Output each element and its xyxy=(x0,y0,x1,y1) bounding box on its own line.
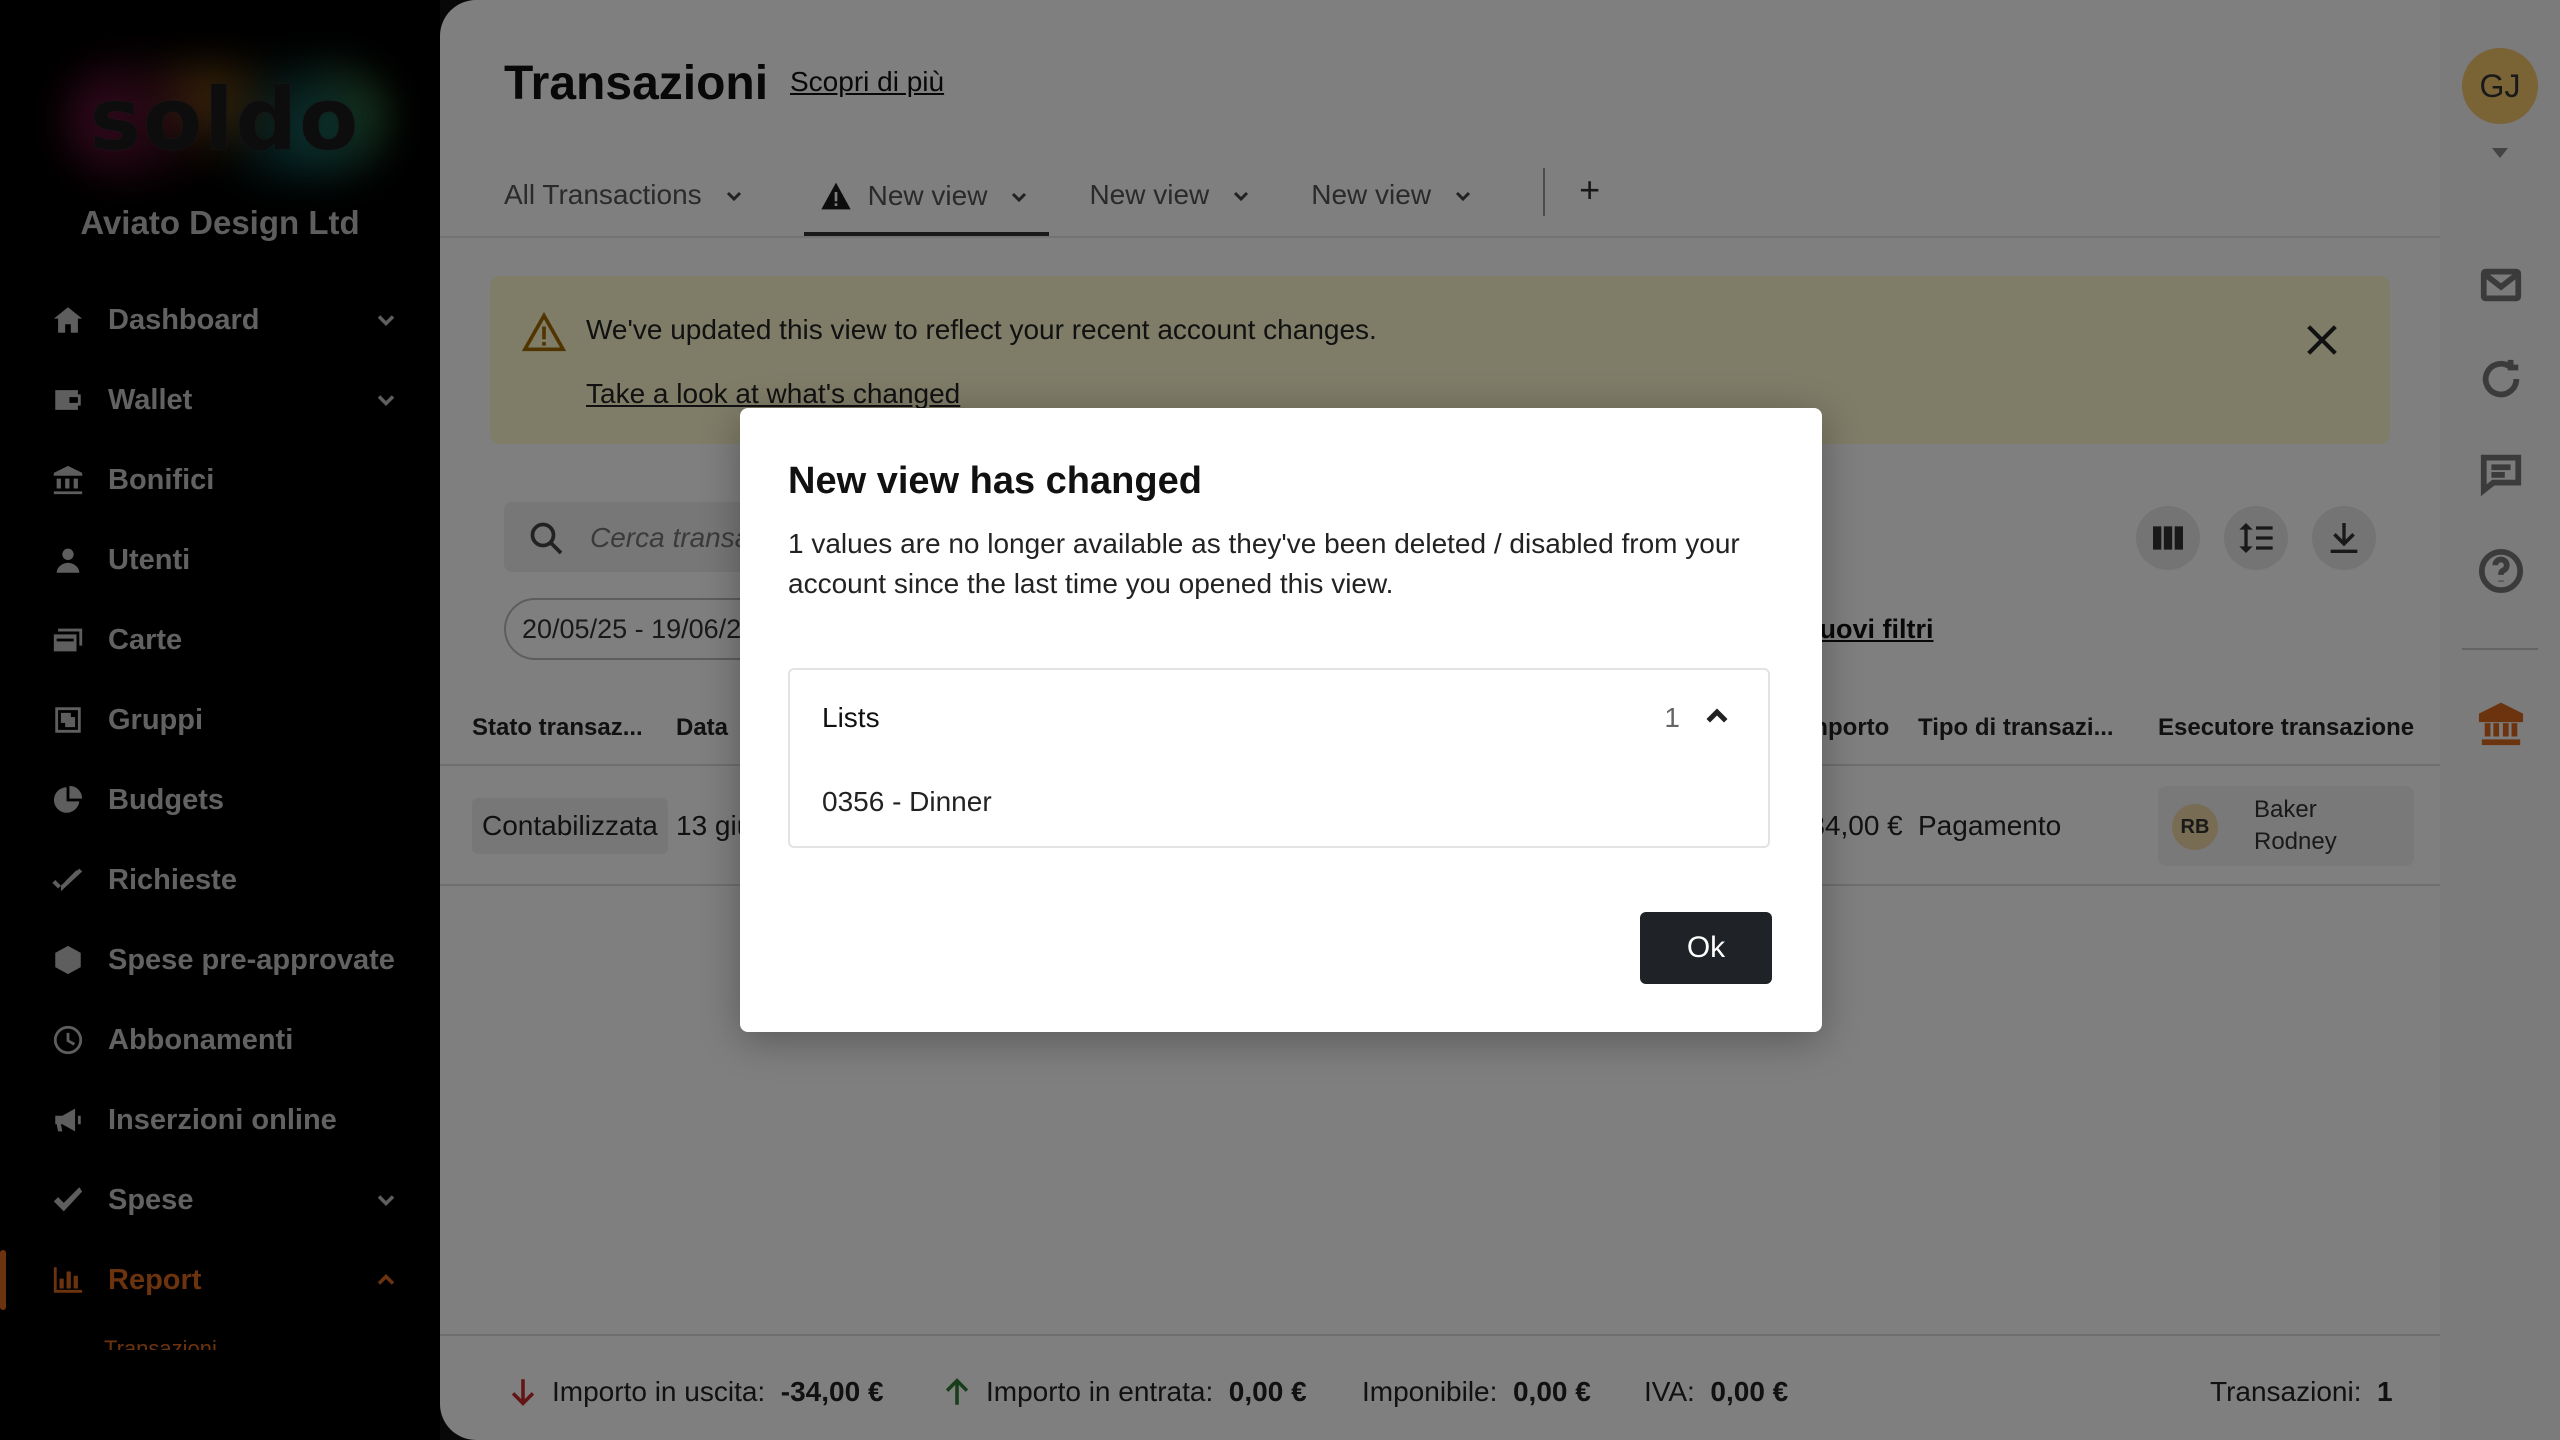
section-count: 1 xyxy=(1664,702,1680,733)
lists-section: Lists 1 0356 - Dinner xyxy=(788,668,1770,848)
dialog-title: New view has changed xyxy=(788,460,1202,502)
chevron-up-icon[interactable] xyxy=(1702,702,1732,732)
view-changed-dialog: New view has changed 1 values are no lon… xyxy=(740,408,1822,1032)
dialog-message: 1 values are no longer available as they… xyxy=(788,528,1740,599)
list-item: 0356 - Dinner xyxy=(822,786,992,817)
ok-button[interactable]: Ok xyxy=(1640,912,1772,984)
section-label: Lists xyxy=(822,702,880,733)
